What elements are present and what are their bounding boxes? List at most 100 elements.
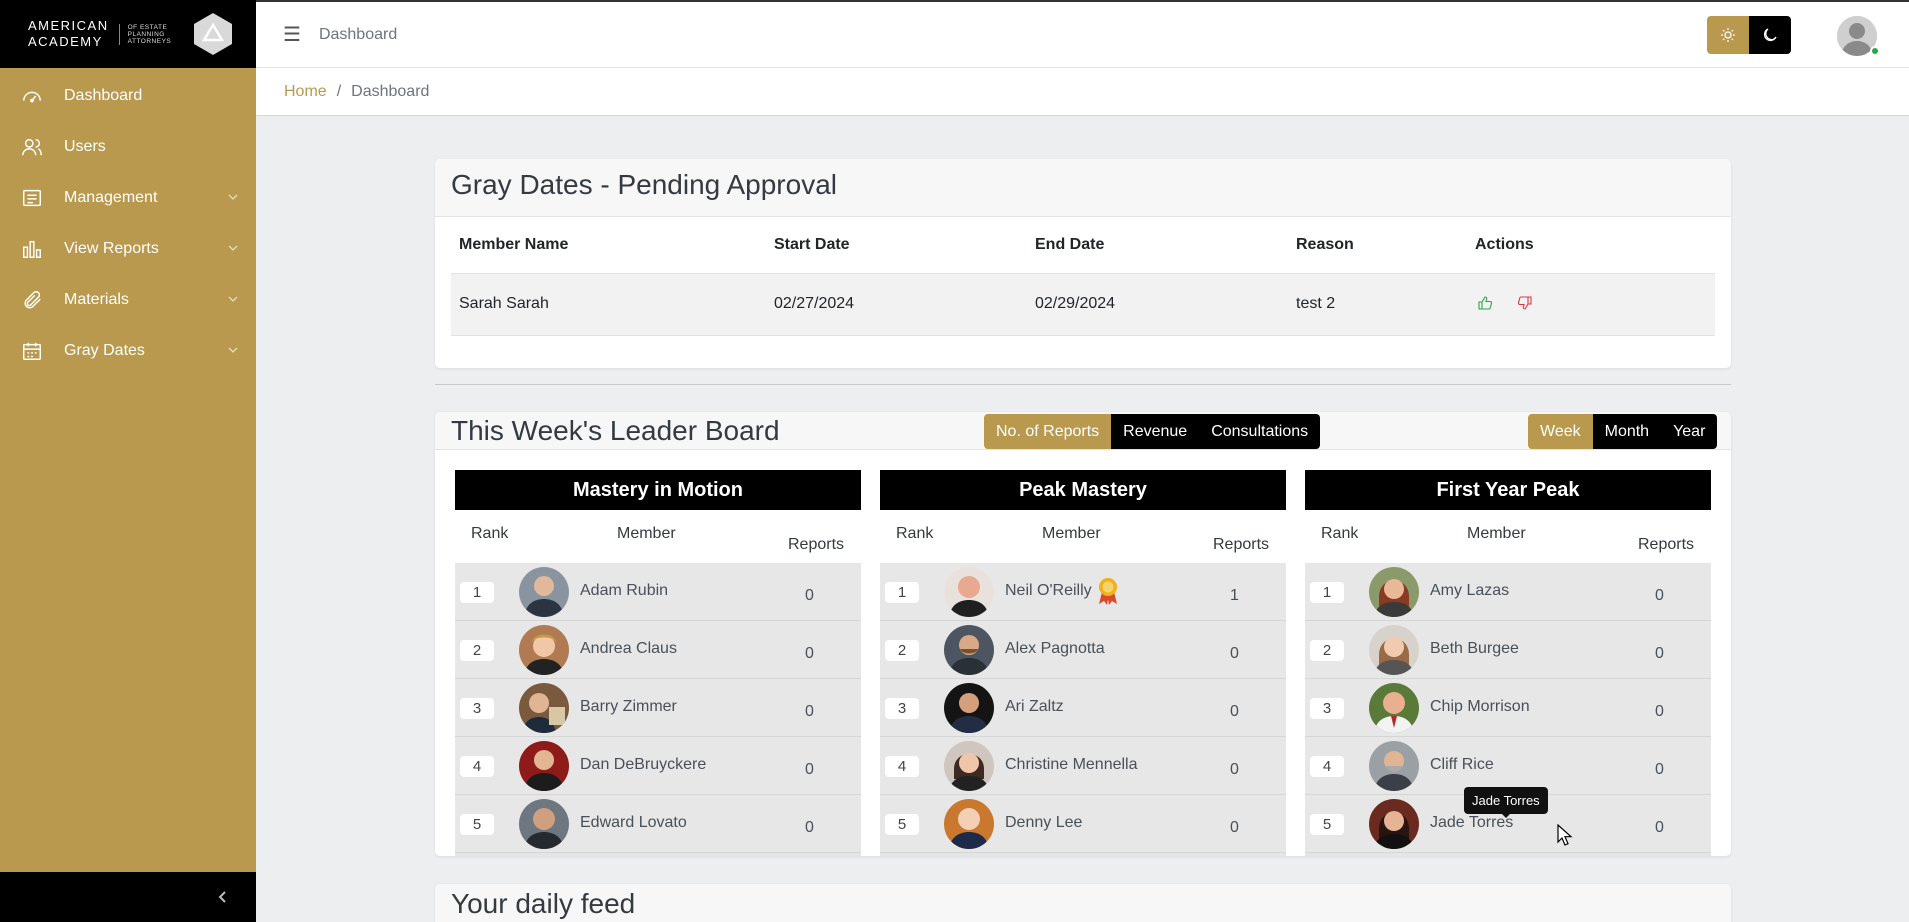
breadcrumb: Home / Dashboard [256, 67, 1909, 116]
gray-dates-title: Gray Dates - Pending Approval [451, 169, 837, 200]
sidebar-item-gray-dates[interactable]: Gray Dates [0, 325, 256, 376]
list-item[interactable]: 5 Edward Lovato 0 [455, 795, 861, 853]
breadcrumb-home[interactable]: Home [284, 83, 327, 101]
board-peak-mastery: Peak Mastery Rank Member Reports 1 Neil … [880, 470, 1286, 856]
member-name: Edward Lovato [580, 814, 687, 831]
list-item[interactable]: 4 Dan DeBruyckere 0 [455, 737, 861, 795]
member-reports: 0 [805, 645, 814, 662]
avatar [519, 625, 569, 675]
member-reports: 0 [1230, 761, 1239, 778]
sidebar: AMERICAN ACADEMY OF ESTATE PLANNING ATTO… [0, 0, 256, 922]
cell-member: Sarah Sarah [451, 273, 766, 336]
paperclip-icon [20, 288, 44, 312]
rank-badge: 3 [885, 698, 919, 719]
bar-chart-icon [20, 237, 44, 261]
rank-badge: 4 [460, 756, 494, 777]
col-reason: Reason [1288, 218, 1467, 274]
avatar [944, 741, 994, 791]
list-item[interactable]: 1 Adam Rubin 0 [455, 563, 861, 621]
avatar [1369, 683, 1419, 733]
list-item[interactable]: 1 Neil O'Reilly 1 [880, 563, 1286, 621]
list-item[interactable]: 2 Alex Pagnotta 0 [880, 621, 1286, 679]
member-name: Alex Pagnotta [1005, 640, 1105, 657]
approve-button[interactable] [1475, 293, 1495, 313]
avatar [519, 567, 569, 617]
rank-badge: 5 [460, 814, 494, 835]
member-reports: 0 [805, 819, 814, 836]
hamburger-menu-icon[interactable]: ☰ [283, 22, 301, 47]
section-divider [435, 384, 1731, 385]
tab-no-of-reports[interactable]: No. of Reports [984, 414, 1112, 449]
member-name: Neil O'Reilly [1005, 582, 1092, 599]
list-item[interactable]: 2 Andrea Claus 0 [455, 621, 861, 679]
col-start-date: Start Date [766, 218, 1027, 274]
brand-small-1: OF ESTATE [127, 23, 168, 31]
tab-month[interactable]: Month [1592, 414, 1662, 449]
col-member: Member [1042, 525, 1101, 542]
sidebar-item-label: Management [64, 188, 158, 206]
sidebar-item-management[interactable]: Management [0, 172, 256, 223]
member-name: Andrea Claus [580, 640, 677, 657]
member-reports: 0 [805, 761, 814, 778]
list-item[interactable]: 3 Barry Zimmer 0 [455, 679, 861, 737]
list-item[interactable]: 2 Beth Burgee 0 [1305, 621, 1711, 679]
chevron-down-icon [228, 296, 238, 302]
sidebar-nav: Dashboard Users Management View Reports [0, 68, 256, 376]
member-name: Dan DeBruyckere [580, 756, 707, 773]
col-reports: Reports [1638, 536, 1695, 553]
brand-small-2: PLANNING [127, 30, 165, 38]
leaderboard-title: This Week's Leader Board [451, 414, 780, 446]
list-item[interactable]: 3 Chip Morrison 0 [1305, 679, 1711, 737]
col-member: Member [617, 525, 676, 542]
col-reports: Reports [788, 536, 845, 553]
light-mode-button[interactable] [1707, 16, 1749, 54]
reject-button[interactable] [1515, 293, 1535, 313]
award-ribbon-icon [1095, 576, 1121, 611]
theme-toggle [1707, 16, 1791, 54]
sidebar-item-materials[interactable]: Materials [0, 274, 256, 325]
sidebar-item-view-reports[interactable]: View Reports [0, 223, 256, 274]
list-item[interactable]: 4 Christine Mennella 0 [880, 737, 1286, 795]
rank-badge: 5 [885, 814, 919, 835]
rank-badge: 2 [460, 640, 494, 661]
tab-year[interactable]: Year [1661, 414, 1718, 449]
board-header: Rank Member Reports [1305, 510, 1711, 563]
calendar-icon [20, 339, 44, 363]
avatar [944, 625, 994, 675]
member-name: Denny Lee [1005, 814, 1083, 831]
dark-mode-button[interactable] [1749, 16, 1791, 54]
gray-dates-card: Gray Dates - Pending Approval Member Nam… [435, 159, 1731, 368]
rank-badge: 1 [460, 582, 494, 603]
sidebar-item-dashboard[interactable]: Dashboard [0, 70, 256, 121]
col-member: Member [1467, 525, 1526, 542]
member-reports: 0 [805, 587, 814, 604]
breadcrumb-current: Dashboard [351, 82, 430, 100]
cell-start-date: 02/27/2024 [766, 273, 1027, 336]
rank-badge: 1 [885, 582, 919, 603]
dashboard-gauge-icon [20, 84, 44, 108]
sidebar-item-users[interactable]: Users [0, 121, 256, 172]
mouse-cursor-icon [1557, 824, 1573, 846]
avatar [1369, 625, 1419, 675]
chevron-left-icon[interactable] [216, 890, 230, 904]
rank-badge: 4 [885, 756, 919, 777]
col-actions: Actions [1467, 218, 1715, 274]
tab-consultations[interactable]: Consultations [1199, 414, 1321, 449]
daily-feed-title: Your daily feed [451, 888, 636, 919]
tab-week[interactable]: Week [1528, 414, 1593, 449]
thumbs-up-icon [1478, 295, 1493, 310]
member-name: Beth Burgee [1430, 640, 1519, 657]
list-item[interactable]: 3 Ari Zaltz 0 [880, 679, 1286, 737]
cell-reason: test 2 [1288, 273, 1467, 336]
list-item[interactable]: 1 Amy Lazas 0 [1305, 563, 1711, 621]
list-icon [20, 186, 44, 210]
tooltip-arrow [1500, 812, 1512, 818]
thumbs-down-icon [1518, 295, 1533, 310]
brand-logo[interactable]: AMERICAN ACADEMY OF ESTATE PLANNING ATTO… [0, 0, 256, 68]
breadcrumb-separator: / [336, 82, 342, 100]
list-item[interactable]: 5 Denny Lee 0 [880, 795, 1286, 853]
member-reports: 0 [1655, 645, 1664, 662]
tab-revenue[interactable]: Revenue [1111, 414, 1200, 449]
hexagon-logo-icon [194, 13, 233, 55]
period-tabs: Week Month Year [1528, 414, 1718, 449]
